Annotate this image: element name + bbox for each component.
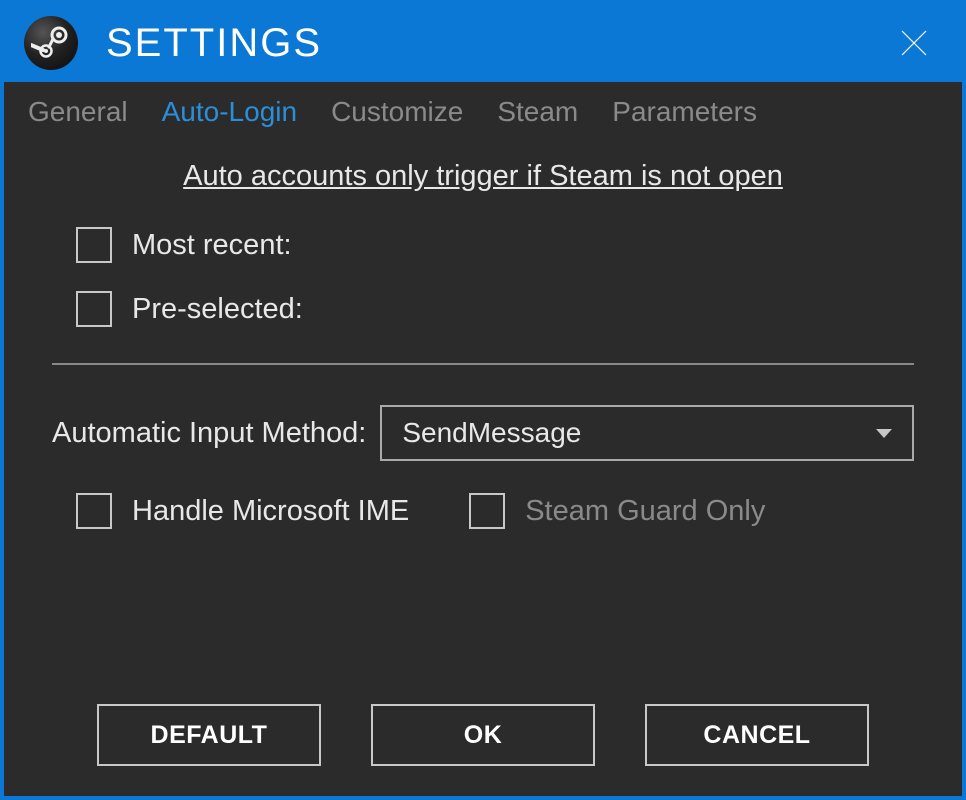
tab-bar: General Auto-Login Customize Steam Param…: [4, 82, 962, 146]
most-recent-row: Most recent:: [52, 227, 914, 263]
pre-selected-checkbox[interactable]: [76, 291, 112, 327]
settings-window: SETTINGS General Auto-Login Customize St…: [0, 0, 966, 800]
secondary-options: Handle Microsoft IME Steam Guard Only: [52, 493, 914, 529]
close-icon: [899, 28, 929, 58]
divider: [52, 363, 914, 365]
pre-selected-label: Pre-selected:: [132, 293, 303, 326]
handle-ime-row: Handle Microsoft IME: [76, 493, 409, 529]
window-title: SETTINGS: [106, 21, 322, 66]
input-method-label: Automatic Input Method:: [52, 417, 366, 450]
close-button[interactable]: [894, 23, 934, 63]
steam-icon: [24, 16, 78, 70]
titlebar: SETTINGS: [4, 4, 962, 82]
steam-guard-label: Steam Guard Only: [525, 495, 765, 528]
tab-steam[interactable]: Steam: [497, 96, 578, 128]
tab-customize[interactable]: Customize: [331, 96, 463, 128]
input-method-dropdown[interactable]: SendMessage: [380, 405, 914, 461]
info-text: Auto accounts only trigger if Steam is n…: [52, 160, 914, 193]
tab-parameters[interactable]: Parameters: [612, 96, 757, 128]
chevron-down-icon: [876, 429, 892, 438]
ok-button[interactable]: OK: [371, 704, 595, 766]
content-panel: Auto accounts only trigger if Steam is n…: [4, 146, 962, 796]
steam-guard-row: Steam Guard Only: [469, 493, 765, 529]
tab-general[interactable]: General: [28, 96, 128, 128]
input-method-row: Automatic Input Method: SendMessage: [52, 405, 914, 461]
pre-selected-row: Pre-selected:: [52, 291, 914, 327]
cancel-button[interactable]: CANCEL: [645, 704, 869, 766]
handle-ime-label: Handle Microsoft IME: [132, 495, 409, 528]
most-recent-checkbox[interactable]: [76, 227, 112, 263]
button-row: DEFAULT OK CANCEL: [52, 704, 914, 796]
handle-ime-checkbox[interactable]: [76, 493, 112, 529]
steam-guard-checkbox[interactable]: [469, 493, 505, 529]
input-method-value: SendMessage: [402, 417, 581, 449]
default-button[interactable]: DEFAULT: [97, 704, 321, 766]
tab-auto-login[interactable]: Auto-Login: [162, 96, 297, 128]
most-recent-label: Most recent:: [132, 229, 292, 262]
